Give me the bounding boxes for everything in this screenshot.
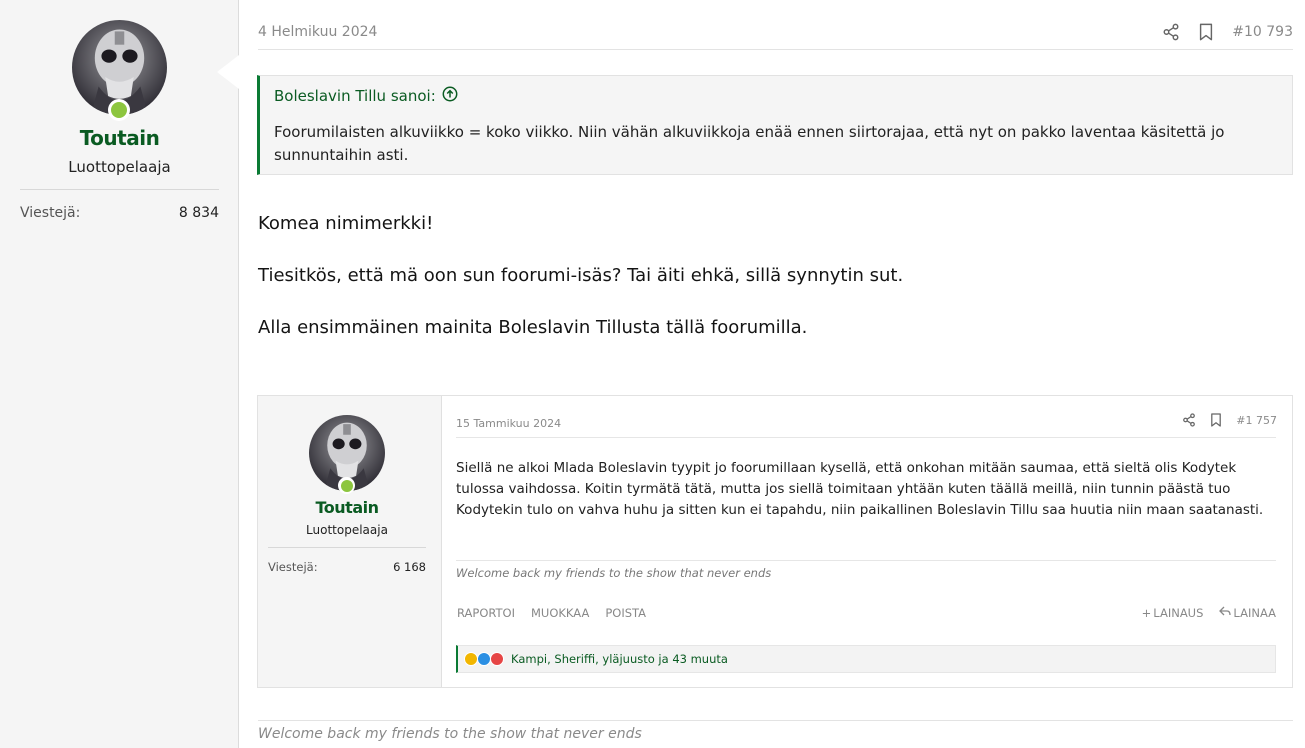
embedded-stat-label: Viestejä: bbox=[268, 560, 318, 574]
post-number-link[interactable]: #10 793 bbox=[1232, 24, 1293, 40]
reaction-icons bbox=[464, 652, 504, 666]
embedded-signature: Welcome back my friends to the show that… bbox=[456, 566, 772, 580]
embedded-footer-actions-right: + LAINAUS LAINAA bbox=[1142, 606, 1276, 620]
embedded-reply-label: LAINAA bbox=[1233, 606, 1276, 620]
header-divider bbox=[258, 49, 1293, 50]
embedded-post-image[interactable]: Toutain Luottopelaaja Viestejä: 6 168 15… bbox=[257, 395, 1293, 688]
username[interactable]: Toutain bbox=[20, 126, 219, 150]
embedded-footer-actions-left: RAPORTOI MUOKKAA POISTA bbox=[457, 606, 646, 620]
love-reaction-icon bbox=[490, 652, 504, 666]
embedded-stat-value: 6 168 bbox=[393, 560, 426, 574]
embedded-signature-divider bbox=[456, 560, 1276, 561]
reply-icon bbox=[1219, 606, 1232, 620]
message-line-2: Tiesitkös, että mä oon sun foorumi-isäs?… bbox=[258, 265, 904, 286]
message-line-3: Alla ensimmäinen mainita Boleslavin Till… bbox=[258, 317, 808, 338]
embedded-reactions-text: Kampi, Sheriffi, yläjuusto ja 43 muuta bbox=[511, 652, 728, 666]
post-header-actions: #10 793 bbox=[1162, 19, 1293, 45]
embedded-username: Toutain bbox=[315, 498, 380, 517]
online-status-icon bbox=[108, 99, 130, 121]
signature-divider bbox=[258, 720, 1293, 721]
embedded-multiquote-link: + LAINAUS bbox=[1142, 606, 1204, 620]
embedded-reply-link: LAINAA bbox=[1219, 606, 1276, 620]
embedded-edit-link: MUOKKAA bbox=[531, 606, 590, 620]
arrow-up-circle-icon[interactable] bbox=[442, 86, 458, 106]
post-date[interactable]: 4 Helmikuu 2024 bbox=[258, 24, 377, 40]
embedded-header-divider bbox=[456, 437, 1276, 438]
embedded-online-status-icon bbox=[338, 477, 355, 494]
user-divider bbox=[20, 189, 219, 190]
stat-value-messages[interactable]: 8 834 bbox=[120, 205, 219, 221]
embedded-post-header-actions: #1 757 bbox=[1182, 413, 1277, 427]
message-line-1: Komea nimimerkki! bbox=[258, 213, 434, 234]
message-user-cell: Toutain Luottopelaaja Viestejä: 8 834 bbox=[0, 0, 239, 748]
share-icon[interactable] bbox=[1162, 23, 1180, 41]
embedded-post-number: #1 757 bbox=[1236, 413, 1277, 427]
user-title: Luottopelaaja bbox=[68, 158, 171, 176]
embedded-reactions-bar: Kampi, Sheriffi, yläjuusto ja 43 muuta bbox=[456, 645, 1276, 673]
embedded-post-body: Siellä ne alkoi Mlada Boleslavin tyypit … bbox=[456, 460, 1264, 518]
quote-text: Foorumilaisten alkuviikko = koko viikko.… bbox=[274, 123, 1225, 164]
embedded-multiquote-label: LAINAUS bbox=[1153, 606, 1204, 620]
embedded-bookmark-icon bbox=[1210, 413, 1222, 427]
signature: Welcome back my friends to the show that… bbox=[258, 726, 642, 742]
embedded-user-title: Luottopelaaja bbox=[306, 523, 388, 537]
quote-author-line[interactable]: Boleslavin Tillu sanoi: bbox=[274, 87, 436, 105]
like-reaction-icon bbox=[477, 652, 491, 666]
stat-label-messages: Viestejä: bbox=[20, 205, 81, 221]
user-cell-arrow bbox=[217, 55, 239, 89]
embedded-delete-link: POISTA bbox=[605, 606, 647, 620]
embedded-user-cell: Toutain Luottopelaaja Viestejä: 6 168 bbox=[258, 396, 442, 687]
embedded-report-link: RAPORTOI bbox=[457, 606, 515, 620]
laugh-reaction-icon bbox=[464, 652, 478, 666]
bookmark-icon[interactable] bbox=[1198, 23, 1214, 41]
plus-icon: + bbox=[1141, 606, 1152, 620]
embedded-share-icon bbox=[1182, 413, 1196, 427]
quote-header[interactable]: Boleslavin Tillu sanoi: bbox=[274, 86, 458, 106]
quote-block: Boleslavin Tillu sanoi: Foorumilaisten a… bbox=[257, 75, 1293, 175]
embedded-user-divider bbox=[268, 547, 426, 548]
embedded-post-date: 15 Tammikuu 2024 bbox=[456, 417, 562, 430]
